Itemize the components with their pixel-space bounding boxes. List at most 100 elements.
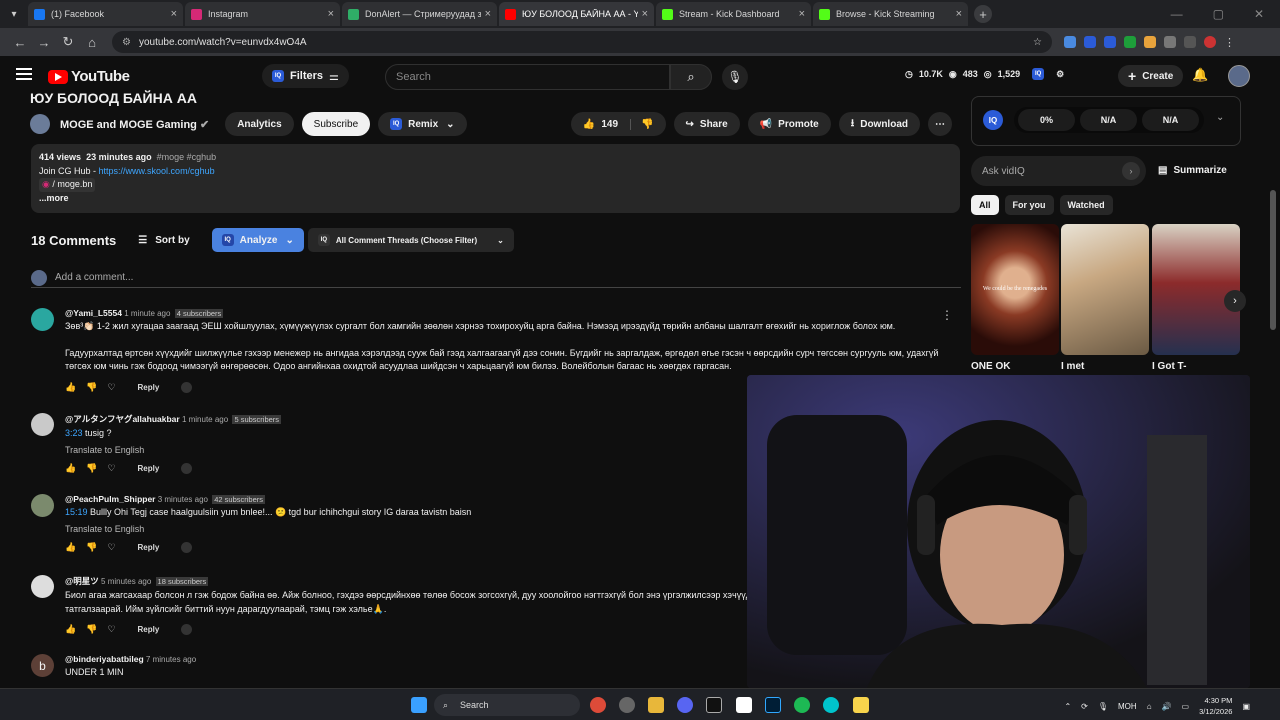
related-video-thumbnail[interactable] [1061, 224, 1149, 355]
avatar[interactable]: b [31, 654, 54, 677]
site-info-icon[interactable]: ⚙ [122, 37, 131, 48]
download-extension-icon[interactable] [1124, 35, 1136, 48]
create-button[interactable]: + Create [1118, 65, 1184, 87]
comment-author[interactable]: @Yami_L5554 [65, 308, 122, 318]
description-link[interactable]: https://www.skool.com/cghub [99, 166, 215, 176]
account-avatar[interactable] [1228, 65, 1250, 87]
video-timestamp-link[interactable]: 15:19 [65, 507, 88, 517]
thumbs-up-icon[interactable]: 👍 [65, 463, 76, 474]
reading-list-icon[interactable] [1184, 35, 1196, 48]
tab-donalert[interactable]: DonAlert — Стримеруудад зор × [342, 2, 497, 26]
close-window-icon[interactable]: ✕ [1254, 7, 1264, 21]
chevron-down-icon[interactable]: ⌄ [1216, 112, 1224, 123]
sort-by-button[interactable]: ☰ Sort by [138, 235, 189, 246]
thumbs-down-icon[interactable]: 👎 [86, 542, 97, 553]
vidiq-reply-icon[interactable] [181, 381, 193, 393]
close-icon[interactable]: × [642, 8, 648, 20]
bookmark-star-icon[interactable]: ☆ [1033, 37, 1042, 48]
comment-time[interactable]: 1 minute ago [124, 309, 170, 318]
avatar[interactable] [31, 308, 54, 331]
thumbs-up-icon[interactable]: 👍 [65, 624, 76, 635]
home-icon[interactable]: ⌂ [80, 30, 104, 54]
subscribe-button[interactable]: Subscribe [301, 112, 371, 136]
url-field[interactable]: ⚙ youtube.com/watch?v=eunvdx4wO4A ☆ [112, 31, 1052, 53]
notifications-bell-icon[interactable]: 🔔 [1192, 67, 1208, 83]
comment-threads-filter[interactable]: IQ All Comment Threads (Choose Filter) ⌄ [307, 228, 514, 252]
taskbar-search[interactable]: ⌕ Search [434, 694, 580, 716]
avatar[interactable] [31, 494, 54, 517]
reload-icon[interactable]: ↻ [56, 30, 80, 54]
puzzle-icon[interactable] [1164, 35, 1176, 48]
file-explorer-icon[interactable] [648, 697, 664, 713]
like-button[interactable]: 👍 149 👎 [570, 112, 666, 136]
maximize-icon[interactable]: ▢ [1213, 7, 1224, 21]
thumbs-down-icon[interactable]: 👎 [86, 382, 97, 393]
close-icon[interactable]: × [485, 8, 491, 20]
search-input[interactable]: Search [385, 64, 670, 90]
clock[interactable]: 4:30 PM 3/12/2026 [1199, 695, 1232, 717]
vidiq-reply-icon[interactable] [181, 624, 193, 635]
close-icon[interactable]: × [171, 8, 177, 20]
send-icon[interactable]: › [1122, 162, 1140, 180]
download-button[interactable]: ⭳ Download [838, 112, 920, 136]
menu-icon[interactable] [16, 68, 32, 80]
minimize-icon[interactable]: — [1171, 7, 1183, 21]
mic-icon[interactable]: 🎙 [1098, 702, 1108, 711]
chip-for-you[interactable]: For you [1004, 195, 1054, 215]
extension-icon[interactable] [1084, 35, 1096, 48]
close-icon[interactable]: × [799, 8, 805, 20]
comment-menu-icon[interactable]: ⋮ [941, 308, 953, 322]
related-video-title[interactable]: I Got T- [1152, 361, 1186, 372]
comment-time[interactable]: 7 minutes ago [146, 655, 196, 664]
hashtags[interactable]: #moge #cghub [157, 152, 217, 162]
channel-name[interactable]: MOGE and MOGE Gaming ✔ [60, 118, 209, 131]
vidiq-reply-icon[interactable] [181, 462, 193, 474]
profile-icon[interactable] [1204, 35, 1216, 48]
battery-icon[interactable]: ▭ [1182, 702, 1190, 711]
thumbs-down-icon[interactable]: 👎 [86, 463, 97, 474]
youtube-logo[interactable]: YouTube [48, 68, 130, 85]
ask-vidiq-input[interactable]: Ask vidIQ › [971, 156, 1146, 186]
tab-facebook[interactable]: (1) Facebook × [28, 2, 183, 26]
video-timestamp-link[interactable]: 3:23 [65, 428, 83, 438]
obs-icon[interactable] [619, 697, 635, 713]
comment-time[interactable]: 1 minute ago [182, 415, 228, 424]
extension-icon[interactable] [1104, 35, 1116, 48]
search-button[interactable]: ⌕ [670, 64, 712, 90]
back-icon[interactable]: ← [8, 30, 32, 54]
related-video-thumbnail[interactable] [1152, 224, 1240, 355]
notion-icon[interactable] [736, 697, 752, 713]
comment-author[interactable]: @PeachPulm_Shipper [65, 494, 155, 504]
heart-icon[interactable]: ♡ [107, 624, 115, 635]
browser-menu-icon[interactable]: ⋮ [1224, 36, 1235, 49]
extension-icon[interactable] [1064, 35, 1076, 48]
heart-icon[interactable]: ♡ [107, 463, 115, 474]
network-icon[interactable]: ⌂ [1147, 702, 1152, 711]
sticky-notes-icon[interactable] [853, 697, 869, 713]
close-icon[interactable]: × [956, 8, 962, 20]
description-box[interactable]: 414 views 23 minutes ago #moge #cghub Jo… [31, 144, 960, 213]
settings-icon[interactable]: ⚙ [1056, 69, 1064, 80]
summarize-button[interactable]: ▤ Summarize [1158, 165, 1227, 176]
promote-button[interactable]: 📢 Promote [747, 112, 831, 136]
chevron-up-icon[interactable]: ⌃ [1064, 702, 1071, 711]
chip-watched[interactable]: Watched [1059, 195, 1113, 215]
vidiq-reply-icon[interactable] [181, 541, 193, 553]
more-link[interactable]: ...more [39, 192, 952, 206]
volume-icon[interactable]: 🔊 [1162, 702, 1172, 711]
remix-button[interactable]: IQ Remix ⌄ [378, 112, 467, 136]
related-video-title[interactable]: ONE OK [971, 361, 1010, 372]
related-video-thumbnail[interactable]: We could be the renegades [971, 224, 1059, 355]
tab-instagram[interactable]: Instagram × [185, 2, 340, 26]
page-scrollbar[interactable] [1270, 190, 1276, 330]
tab-kick-dashboard[interactable]: Stream - Kick Dashboard × [656, 2, 811, 26]
thumbs-up-icon[interactable]: 👍 [65, 382, 76, 393]
avatar[interactable] [31, 575, 54, 598]
comment-author[interactable]: @binderiyabatbileg [65, 654, 144, 664]
reply-button[interactable]: Reply [138, 383, 160, 392]
heart-icon[interactable]: ♡ [107, 542, 115, 553]
analytics-button[interactable]: Analytics [225, 112, 294, 136]
comment-time[interactable]: 5 minutes ago [101, 577, 151, 586]
sync-icon[interactable]: ⟳ [1081, 702, 1088, 711]
next-arrow-button[interactable]: › [1224, 290, 1246, 312]
